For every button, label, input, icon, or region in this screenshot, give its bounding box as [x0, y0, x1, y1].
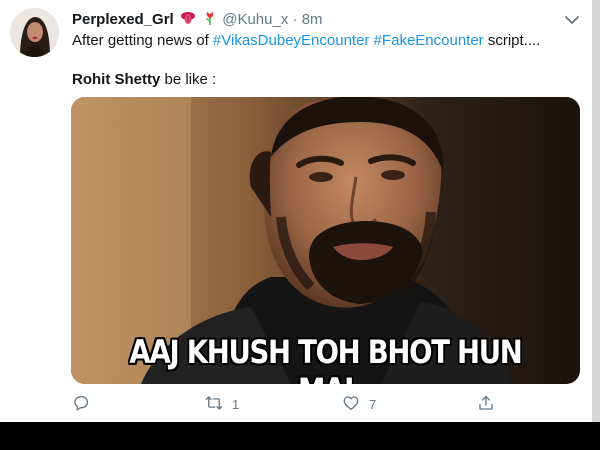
bottom-bar	[0, 422, 600, 450]
media-caption: AAJ KHUSH TOH BHOT HUN MAI	[129, 333, 522, 384]
reply-icon	[72, 394, 90, 415]
share-button[interactable]	[477, 394, 495, 414]
tweet-header: Perplexed_Grl @Kuhu_x · 8m	[72, 10, 323, 30]
tweet-text-suffix: script....	[487, 32, 541, 49]
like-icon	[342, 394, 360, 415]
tweet-text-line-1: After getting news of #VikasDubeyEncount…	[72, 32, 540, 49]
separator: ·	[292, 10, 298, 28]
like-button[interactable]: 7	[342, 394, 376, 414]
avatar[interactable]	[10, 8, 59, 57]
tweet-text-prefix: After getting news of	[72, 32, 213, 49]
page-edge	[592, 0, 600, 422]
display-name[interactable]: Perplexed_Grl	[72, 11, 174, 28]
tweet-media-image[interactable]: AAJ KHUSH TOH BHOT HUN MAI	[71, 97, 580, 384]
tweet-text-rest: be like :	[160, 71, 217, 88]
tweet-card[interactable]: Perplexed_Grl @Kuhu_x · 8m After getting…	[0, 0, 592, 422]
retweet-count: 1	[232, 396, 240, 412]
retweet-icon	[205, 394, 223, 415]
tongue-emoji-icon	[180, 10, 196, 30]
share-icon	[477, 394, 495, 415]
tweet-text-bold: Rohit Shetty	[72, 71, 161, 88]
timestamp[interactable]: 8m	[302, 11, 323, 28]
flower-emoji-icon	[202, 10, 218, 30]
handle[interactable]: @Kuhu_x	[222, 11, 288, 28]
retweet-button[interactable]: 1	[205, 394, 239, 414]
reply-button[interactable]	[72, 394, 99, 414]
chevron-down-icon[interactable]	[562, 10, 582, 30]
hashtag-link[interactable]: #VikasDubeyEncounter	[213, 32, 370, 49]
like-count: 7	[369, 396, 377, 412]
hashtag-link[interactable]: #FakeEncounter	[374, 32, 484, 49]
tweet-actions: 1 7	[0, 394, 592, 416]
tweet-text-line-2: Rohit Shetty be like :	[72, 71, 216, 88]
